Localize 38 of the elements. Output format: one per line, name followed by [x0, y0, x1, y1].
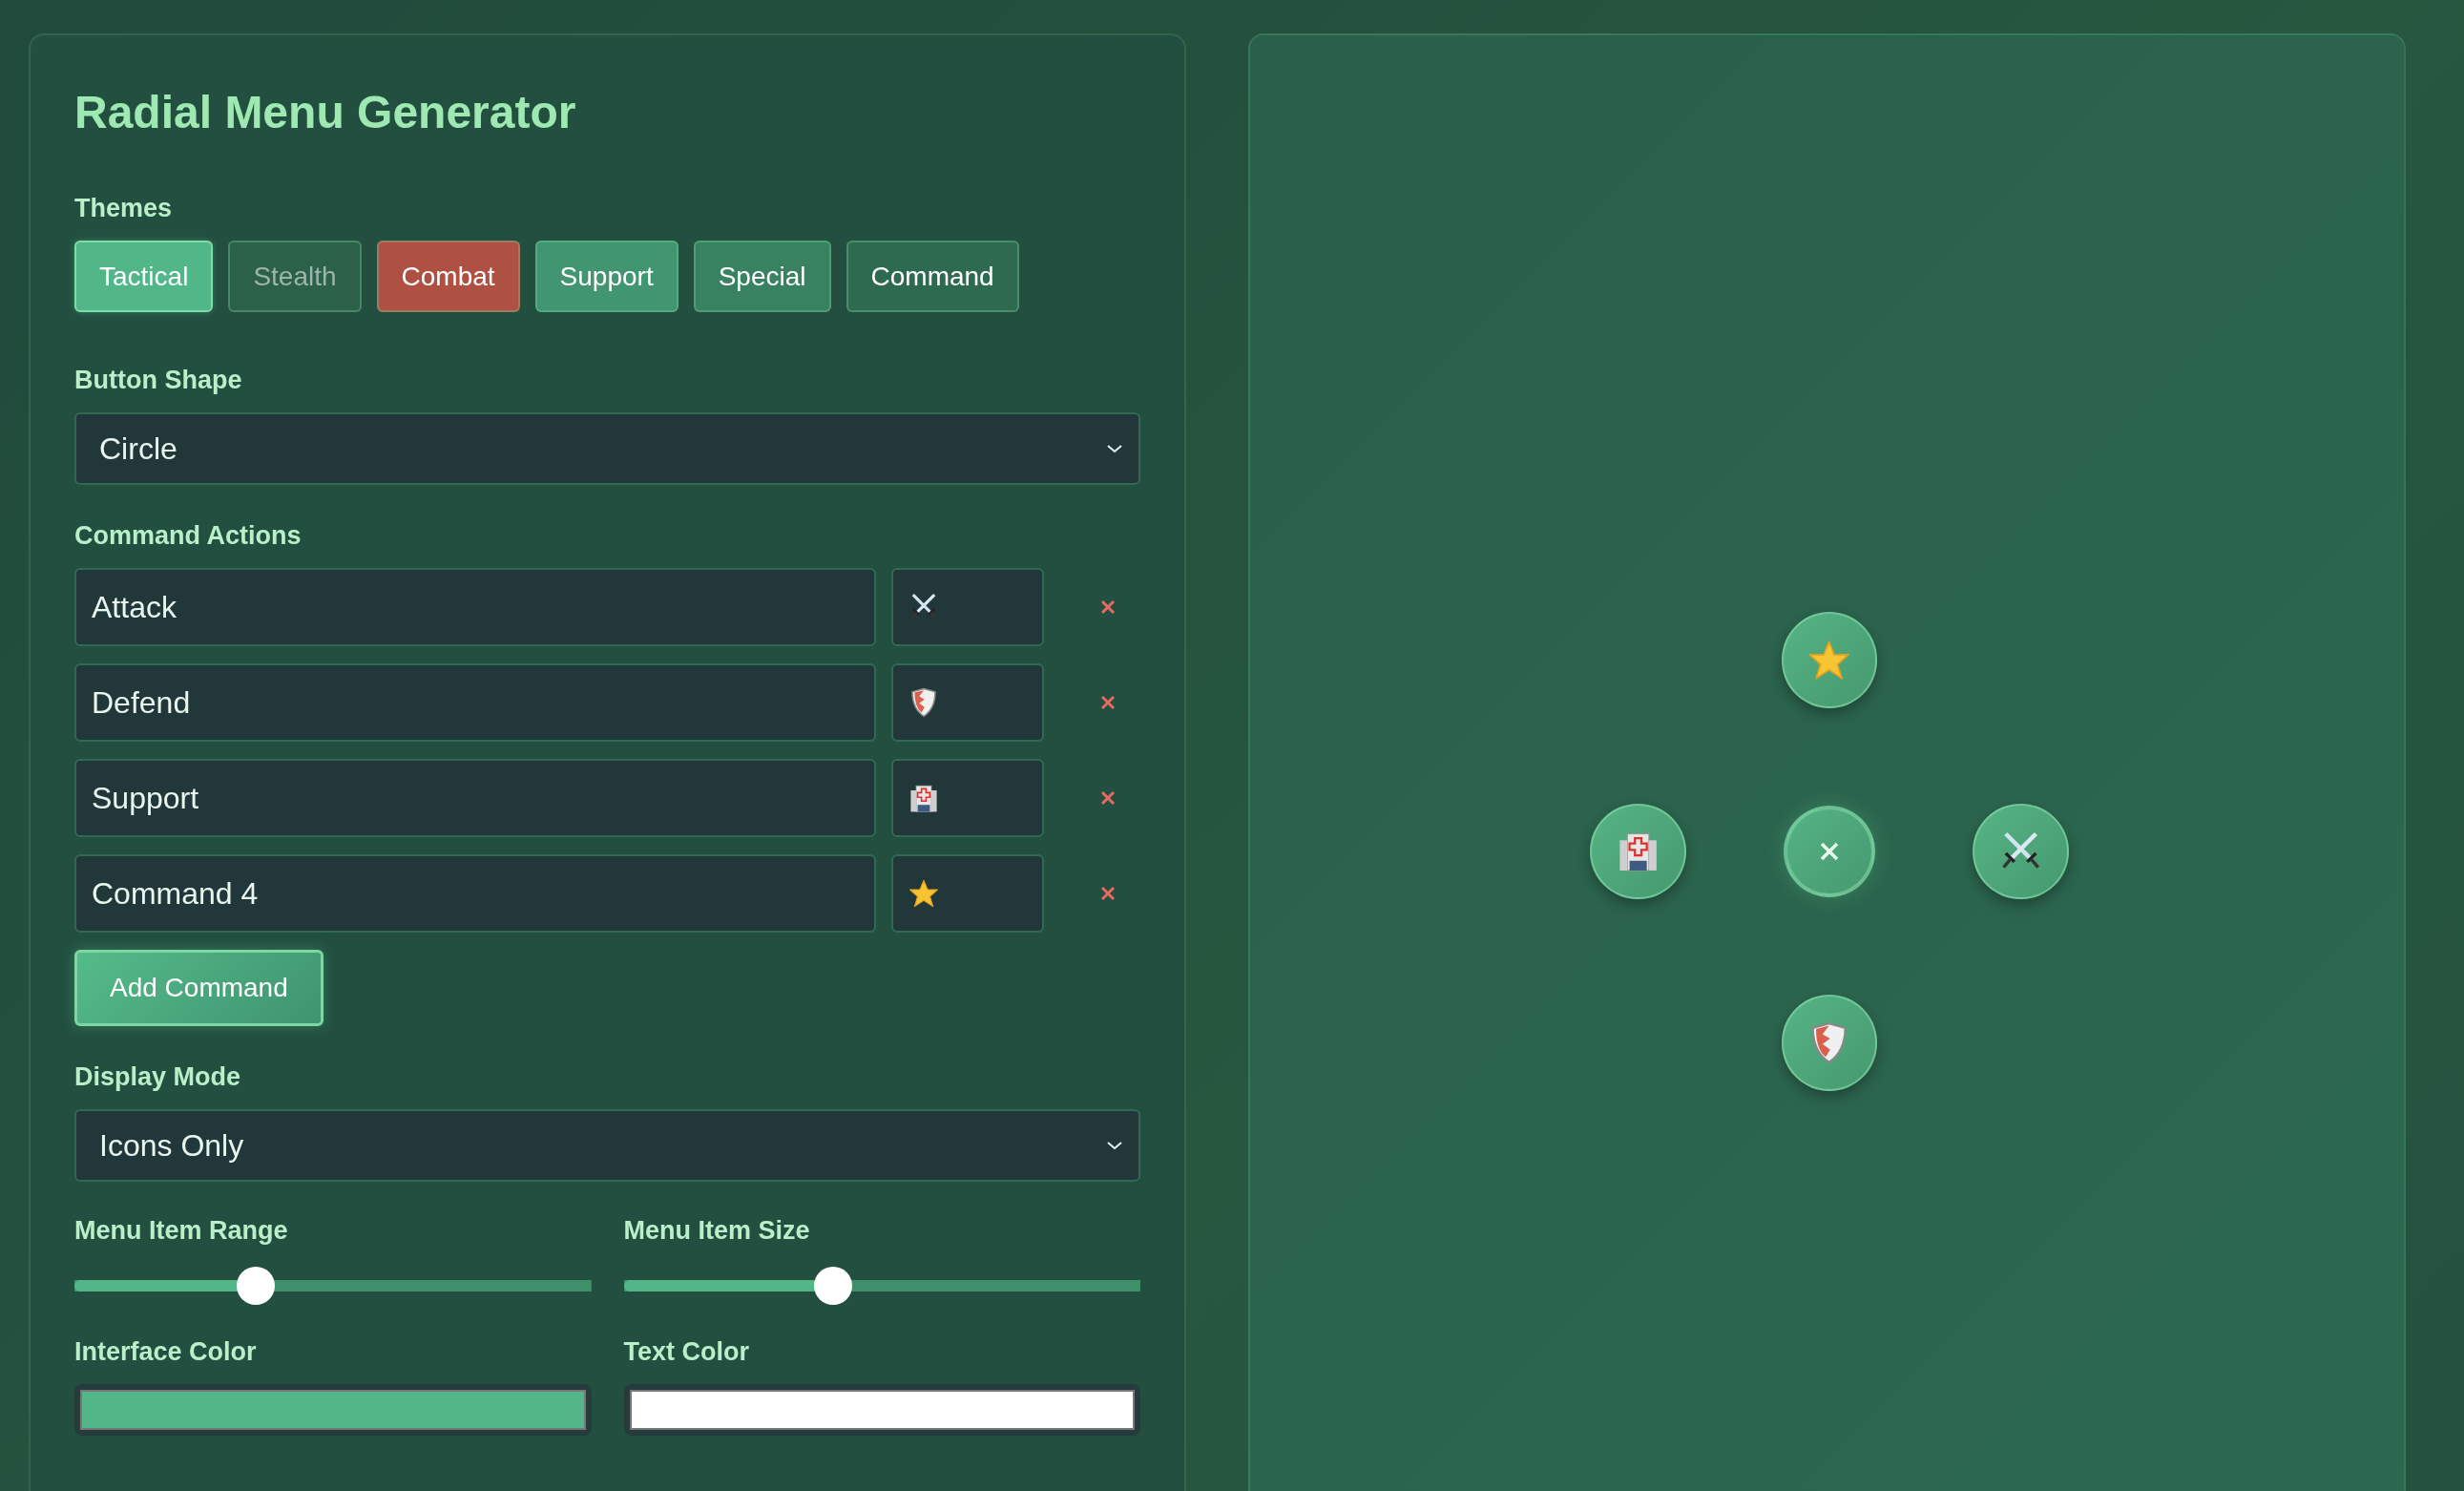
command-name-field[interactable]: Attack	[74, 568, 876, 646]
section-label: Themes	[74, 194, 173, 223]
star-icon	[908, 878, 939, 909]
section-label: Command Actions	[74, 521, 302, 551]
close-icon	[1099, 694, 1117, 711]
close-icon	[1099, 885, 1117, 902]
icon-field[interactable]	[891, 759, 1044, 837]
theme-button[interactable]: Command	[846, 241, 1019, 312]
theme-button[interactable]: Combat	[376, 241, 520, 312]
theme-button[interactable]: Support	[534, 241, 679, 312]
chevron-icon	[1106, 1140, 1123, 1151]
slider-label: Menu Item Range	[74, 1216, 288, 1246]
shield-icon	[908, 687, 939, 718]
chevron-icon	[1106, 443, 1123, 454]
theme-button[interactable]: Stealth	[228, 241, 362, 312]
hospital-icon	[908, 783, 939, 813]
field-label: Display Mode	[74, 1062, 241, 1092]
shape-dropdown[interactable]: Circle	[74, 412, 1140, 485]
command-name-field[interactable]: Support	[74, 759, 876, 837]
theme-button[interactable]: Special	[693, 241, 831, 312]
command-name-field[interactable]: Defend	[74, 663, 876, 742]
slider-thumb[interactable]	[236, 1267, 275, 1305]
slider-label: Menu Item Size	[623, 1216, 810, 1246]
color-picker[interactable]	[74, 1384, 592, 1436]
close-icon	[1099, 598, 1117, 616]
field-label: Button Shape	[74, 366, 242, 395]
icon-field[interactable]	[891, 568, 1044, 646]
color-label: Text Color	[623, 1337, 749, 1367]
color-label: Interface Color	[74, 1337, 257, 1367]
close-icon	[1819, 841, 1840, 862]
icon-field[interactable]	[891, 663, 1044, 742]
command-name-field[interactable]: Command 4	[74, 854, 876, 933]
icon-field[interactable]	[891, 854, 1044, 933]
close-icon	[1099, 789, 1117, 807]
app-title: Radial Menu Generator	[74, 86, 577, 138]
slider-thumb[interactable]	[813, 1267, 852, 1305]
display-mode-dropdown[interactable]: Icons Only	[74, 1109, 1140, 1182]
color-picker[interactable]	[623, 1384, 1140, 1436]
